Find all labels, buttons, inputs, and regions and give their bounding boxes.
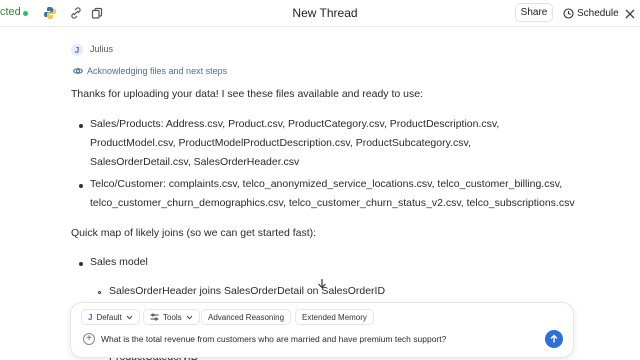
list-item-line: SalesOrderDetail.csv, SalesOrderHeader.c…: [90, 156, 300, 168]
tools-button[interactable]: Tools: [143, 309, 200, 325]
bullet: [79, 262, 83, 266]
chevron-down-icon: [186, 315, 193, 320]
plus-icon: +: [86, 333, 92, 344]
joins-intro-text: Quick map of likely joins (so we can get…: [71, 227, 317, 239]
top-bar: cted New Thread Share Schedule: [0, 0, 640, 27]
sales-model-item: Sales model: [90, 256, 148, 268]
schedule-button[interactable]: Schedule: [563, 6, 619, 20]
scroll-down-icon[interactable]: [315, 276, 329, 290]
reasoning-label: Acknowledging files and next steps: [87, 66, 228, 76]
avatar: J: [71, 44, 83, 56]
join-line: SalesOrderHeader joins SalesOrderDetail …: [109, 285, 386, 297]
author-name: Julius: [90, 44, 114, 54]
sliders-icon: [150, 313, 159, 321]
bullet: [79, 184, 83, 188]
clock-icon: [563, 7, 574, 19]
list-item-line: Sales/Products: Address.csv, Product.csv…: [90, 118, 500, 130]
add-attachment-button[interactable]: +: [83, 333, 95, 345]
list-item-line: ProductModel.csv, ProductModelProductDes…: [90, 137, 471, 149]
advanced-reasoning-toggle[interactable]: Advanced Reasoning: [201, 309, 292, 325]
list-item-line: telco_customer_churn_demographics.csv, t…: [90, 197, 575, 209]
chevron-down-icon: [126, 315, 133, 320]
list-item-line: Telco/Customer: complaints.csv, telco_an…: [90, 178, 563, 190]
bullet: [79, 124, 83, 128]
sub-bullet: [98, 291, 101, 294]
close-icon[interactable]: [624, 7, 636, 19]
extended-memory-toggle[interactable]: Extended Memory: [295, 309, 374, 325]
share-button[interactable]: Share: [515, 3, 553, 22]
intro-text: Thanks for uploading your data! I see th…: [71, 88, 423, 100]
message-composer: J Default Tools Advanced Reasoning Exten…: [70, 302, 574, 358]
reasoning-toggle[interactable]: Acknowledging files and next steps: [73, 66, 227, 76]
schedule-label: Schedule: [577, 7, 619, 19]
arrow-up-icon: [550, 334, 558, 343]
extended-memory-label: Extended Memory: [302, 312, 367, 322]
model-selector[interactable]: J Default: [81, 309, 140, 325]
tools-label: Tools: [163, 312, 182, 322]
julius-logo-icon: J: [88, 312, 93, 322]
advanced-reasoning-label: Advanced Reasoning: [208, 312, 285, 322]
prompt-input[interactable]: What is the total revenue from customers…: [101, 334, 446, 344]
model-selector-label: Default: [96, 312, 122, 322]
eye-icon: [73, 68, 83, 74]
send-button[interactable]: [545, 330, 563, 348]
